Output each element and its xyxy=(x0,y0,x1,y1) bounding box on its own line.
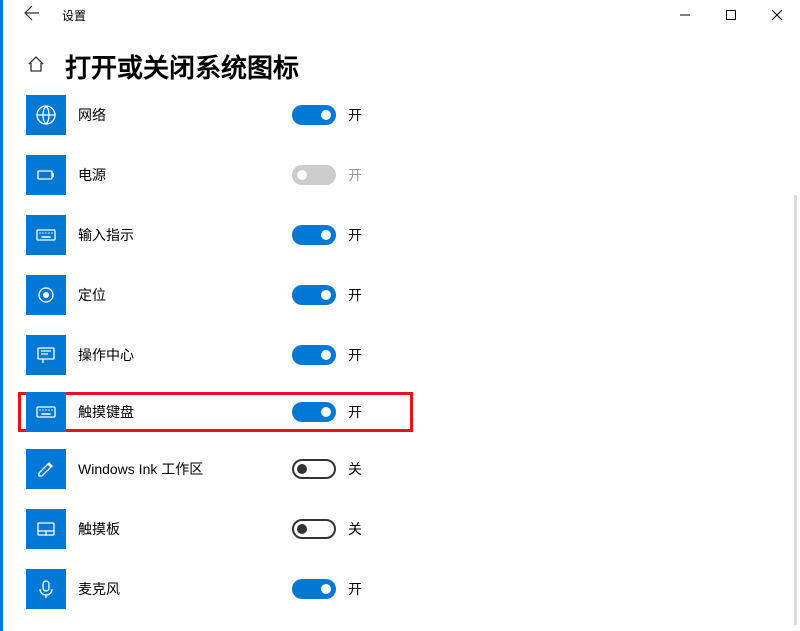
action-icon-box xyxy=(26,335,66,375)
location-icon-box xyxy=(26,275,66,315)
toggle-state-label: 关 xyxy=(348,459,362,479)
setting-row-touch-keyboard: 触摸键盘 开 xyxy=(18,392,413,432)
toggle-microphone[interactable] xyxy=(292,579,336,599)
page-title: 打开或关闭系统图标 xyxy=(65,48,299,85)
close-icon xyxy=(772,10,782,20)
mic-icon xyxy=(35,578,57,600)
toggle-state-label: 开 xyxy=(348,165,362,185)
globe-icon xyxy=(35,104,57,126)
toggle-windows-ink[interactable] xyxy=(292,459,336,479)
pen-icon xyxy=(35,458,57,480)
back-arrow-icon xyxy=(24,5,40,21)
accent-border xyxy=(0,0,3,631)
toggle-state-label: 开 xyxy=(348,402,362,422)
toggle-state-label: 开 xyxy=(348,285,362,305)
setting-label: 网络 xyxy=(78,105,292,125)
keyboard-icon xyxy=(35,224,57,246)
mic-icon-box xyxy=(26,569,66,609)
toggle-touchpad[interactable] xyxy=(292,519,336,539)
setting-label: 触摸键盘 xyxy=(78,402,292,422)
toggle-input[interactable] xyxy=(292,225,336,245)
power-icon xyxy=(35,164,57,186)
touch-keyboard-icon-box xyxy=(26,392,66,432)
toggle-state-label: 开 xyxy=(348,345,362,365)
setting-label: 操作中心 xyxy=(78,345,292,365)
toggle-power xyxy=(292,165,336,185)
toggle-network[interactable] xyxy=(292,105,336,125)
setting-label: 麦克风 xyxy=(78,579,292,599)
close-button[interactable] xyxy=(754,0,800,30)
setting-label: 触摸板 xyxy=(78,519,292,539)
toggle-state-label: 开 xyxy=(348,105,362,125)
minimize-button[interactable] xyxy=(662,0,708,30)
keyboard-icon xyxy=(35,401,57,423)
app-title: 设置 xyxy=(62,7,86,24)
maximize-icon xyxy=(726,10,736,20)
network-icon-box xyxy=(26,95,66,135)
home-button[interactable] xyxy=(27,55,45,78)
maximize-button[interactable] xyxy=(708,0,754,30)
scrollbar[interactable] xyxy=(794,195,797,625)
setting-row-microphone: 麦克风 开 xyxy=(26,569,800,609)
toggle-action-center[interactable] xyxy=(292,345,336,365)
setting-row-windows-ink: Windows Ink 工作区 关 xyxy=(26,449,800,489)
setting-label: 输入指示 xyxy=(78,225,292,245)
setting-label: Windows Ink 工作区 xyxy=(78,459,292,479)
back-button[interactable] xyxy=(20,1,44,30)
toggle-location[interactable] xyxy=(292,285,336,305)
input-icon-box xyxy=(26,215,66,255)
setting-row-network: 网络 开 xyxy=(26,95,800,135)
titlebar: 设置 xyxy=(0,0,800,30)
window-controls xyxy=(662,0,800,30)
toggle-state-label: 开 xyxy=(348,579,362,599)
setting-row-input: 输入指示 开 xyxy=(26,215,800,255)
home-icon xyxy=(27,55,45,73)
setting-row-action-center: 操作中心 开 xyxy=(26,335,800,375)
minimize-icon xyxy=(680,10,690,20)
header-row: 打开或关闭系统图标 xyxy=(0,30,800,95)
toggle-state-label: 开 xyxy=(348,225,362,245)
setting-label: 定位 xyxy=(78,285,292,305)
touchpad-icon xyxy=(35,518,57,540)
action-center-icon xyxy=(35,344,57,366)
setting-label: 电源 xyxy=(78,165,292,185)
touchpad-icon-box xyxy=(26,509,66,549)
setting-row-location: 定位 开 xyxy=(26,275,800,315)
settings-list: 网络 开 电源 开 输入指示 开 定位 开 操作中心 开 xyxy=(0,95,800,609)
setting-row-touchpad: 触摸板 关 xyxy=(26,509,800,549)
ink-icon-box xyxy=(26,449,66,489)
location-icon xyxy=(35,284,57,306)
toggle-touch-keyboard[interactable] xyxy=(292,402,336,422)
setting-row-power: 电源 开 xyxy=(26,155,800,195)
toggle-state-label: 关 xyxy=(348,519,362,539)
power-icon-box xyxy=(26,155,66,195)
